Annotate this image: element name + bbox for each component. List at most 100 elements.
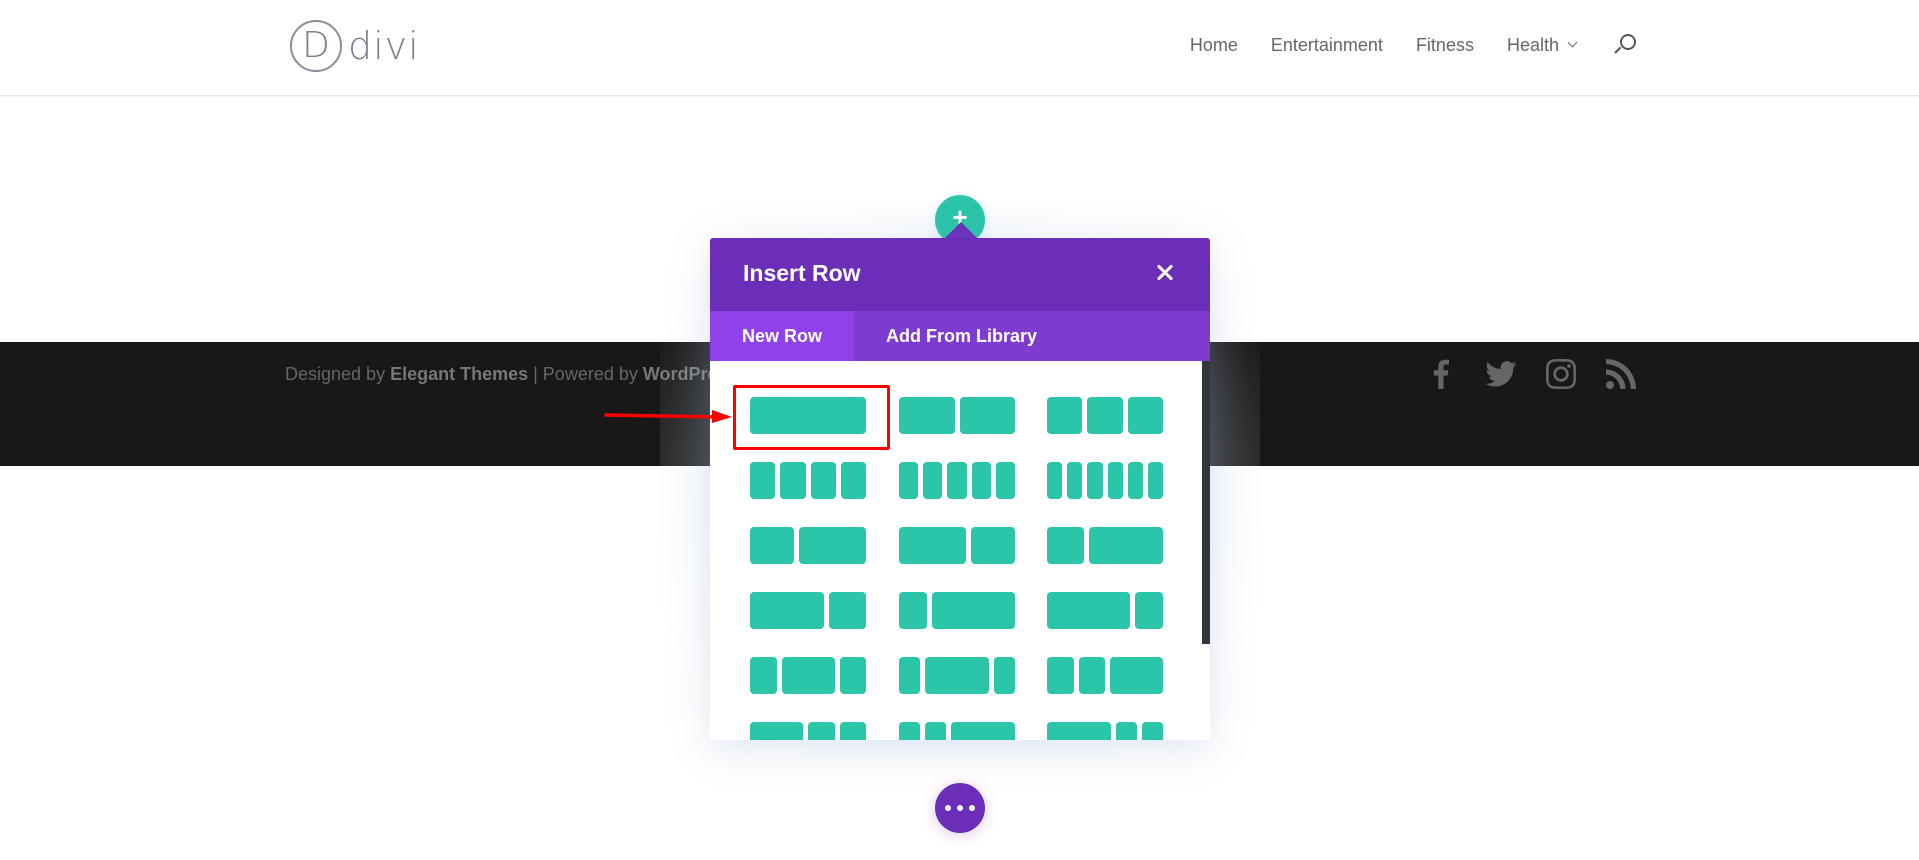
- layout-option[interactable]: [1047, 397, 1163, 434]
- modal-header: Insert Row: [710, 238, 1210, 311]
- layout-column: [1047, 527, 1084, 564]
- layout-column: [750, 397, 866, 434]
- layout-column: [1047, 657, 1074, 694]
- layout-column: [750, 462, 776, 499]
- layout-option[interactable]: [899, 722, 1015, 740]
- layout-column: [971, 462, 991, 499]
- tab-label: New Row: [742, 325, 823, 346]
- layout-column: [899, 592, 927, 629]
- nav-item-health[interactable]: Health: [1506, 34, 1578, 56]
- nav-item-home[interactable]: Home: [1190, 35, 1238, 56]
- layout-column: [1107, 462, 1123, 499]
- layout-option[interactable]: [1047, 592, 1163, 629]
- layout-option[interactable]: [750, 657, 866, 694]
- layout-option[interactable]: [899, 397, 1015, 434]
- search-icon[interactable]: [1614, 34, 1636, 56]
- layout-list: [710, 361, 1210, 740]
- layout-column: [1147, 462, 1164, 499]
- social-links: [1397, 358, 1637, 390]
- layout-column: [1087, 397, 1123, 434]
- insert-row-modal: Insert Row New Row Add From Library: [710, 238, 1210, 740]
- logo-mark: D: [290, 20, 342, 72]
- layout-column: [959, 397, 1015, 434]
- tab-add-from-library[interactable]: Add From Library: [854, 311, 1069, 361]
- layout-column: [1089, 527, 1163, 564]
- layout-column: [750, 527, 795, 564]
- instagram-icon[interactable]: [1545, 358, 1577, 390]
- credits-prefix: Designed by: [285, 364, 391, 384]
- layout-column: [750, 657, 777, 694]
- main-nav: Home Entertainment Fitness Health: [1190, 34, 1636, 56]
- layout-column: [1047, 592, 1131, 629]
- layout-option[interactable]: [899, 592, 1015, 629]
- tab-label: Add From Library: [886, 325, 1038, 346]
- modal-tabs: New Row Add From Library: [710, 311, 1210, 361]
- layout-column: [839, 657, 866, 694]
- dot-icon: [957, 805, 963, 811]
- layout-column: [1127, 462, 1143, 499]
- layout-column: [947, 462, 967, 499]
- more-options-button[interactable]: [935, 783, 985, 833]
- layout-column: [780, 462, 806, 499]
- layout-column: [931, 592, 1015, 629]
- scrollbar[interactable]: [1202, 361, 1210, 644]
- site-logo[interactable]: D divi: [290, 20, 420, 72]
- layout-column: [1135, 592, 1163, 629]
- layout-option[interactable]: [1047, 657, 1163, 694]
- layout-column: [899, 657, 921, 694]
- nav-label: Entertainment: [1270, 34, 1383, 55]
- layout-column: [781, 657, 835, 694]
- dot-icon: [945, 805, 951, 811]
- layout-column: [899, 397, 955, 434]
- layout-column: [799, 527, 866, 564]
- layout-column: [899, 462, 919, 499]
- layout-option[interactable]: [750, 527, 866, 564]
- nav-item-fitness[interactable]: Fitness: [1416, 35, 1474, 56]
- layout-option[interactable]: [1047, 527, 1163, 564]
- layout-column: [923, 462, 943, 499]
- layout-column: [810, 462, 836, 499]
- rss-icon[interactable]: [1605, 358, 1637, 390]
- layout-column: [829, 592, 866, 629]
- footer-credits: Designed by Elegant Themes | Powered by …: [285, 364, 738, 385]
- layout-option[interactable]: [899, 462, 1016, 499]
- tab-new-row[interactable]: New Row: [710, 311, 854, 361]
- nav-label: Fitness: [1415, 34, 1474, 55]
- layout-column: [925, 722, 947, 740]
- layout-column: [1067, 462, 1083, 499]
- layout-option[interactable]: [1047, 462, 1164, 499]
- layout-column: [1087, 462, 1103, 499]
- layout-column: [1127, 397, 1163, 434]
- modal-title: Insert Row: [743, 260, 861, 286]
- layout-option[interactable]: [899, 527, 1015, 564]
- layout-column: [1047, 397, 1083, 434]
- close-icon[interactable]: [1154, 262, 1176, 284]
- logo-text: divi: [348, 24, 420, 68]
- dot-icon: [969, 805, 975, 811]
- layout-option[interactable]: [750, 592, 866, 629]
- layout-column: [995, 462, 1016, 499]
- layout-option[interactable]: [750, 722, 866, 740]
- credits-brand-link[interactable]: Elegant Themes: [390, 364, 528, 384]
- layout-column: [1047, 462, 1063, 499]
- nav-item-entertainment[interactable]: Entertainment: [1271, 35, 1383, 56]
- layout-column: [750, 722, 803, 740]
- modal-pointer: [945, 222, 977, 238]
- credits-separator: | Powered by: [528, 364, 643, 384]
- nav-label: Home: [1189, 34, 1238, 55]
- layout-column: [899, 527, 966, 564]
- layout-column: [993, 657, 1015, 694]
- twitter-icon[interactable]: [1485, 358, 1517, 390]
- layout-option[interactable]: [750, 397, 866, 434]
- chevron-down-icon: [1567, 37, 1578, 48]
- nav-label: Health: [1506, 34, 1559, 55]
- layout-column: [840, 462, 866, 499]
- layout-option[interactable]: [1047, 722, 1163, 740]
- layout-option[interactable]: [750, 462, 866, 499]
- facebook-icon[interactable]: [1425, 358, 1457, 390]
- site-header: D divi Home Entertainment Fitness Health: [0, 0, 1919, 96]
- layout-column: [951, 722, 1015, 740]
- layout-column: [1110, 657, 1163, 694]
- layout-column: [1115, 722, 1137, 740]
- layout-option[interactable]: [899, 657, 1015, 694]
